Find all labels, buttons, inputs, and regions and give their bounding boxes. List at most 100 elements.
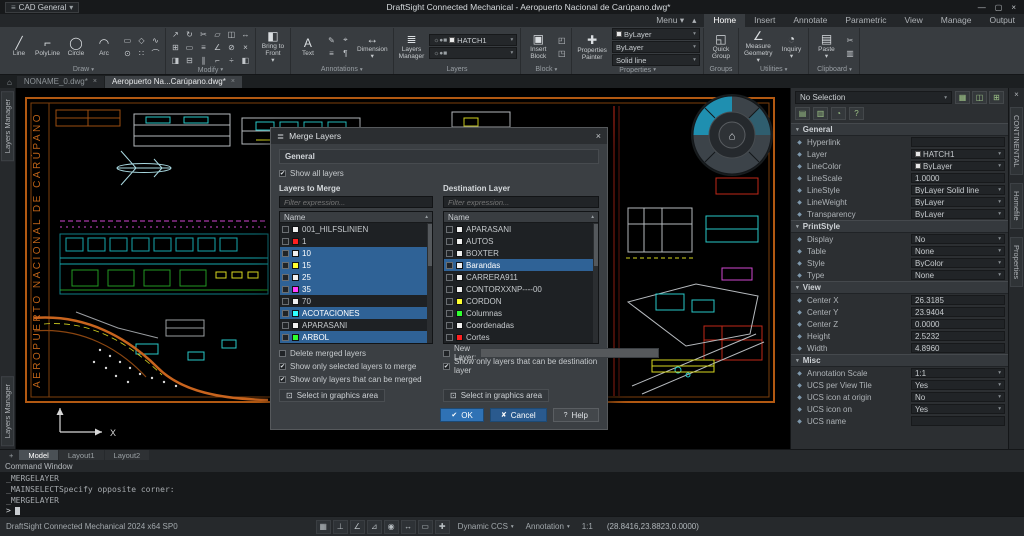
status-toggle-icon[interactable]: ⊿ <box>367 520 382 534</box>
close-panel-icon[interactable]: × <box>1014 90 1019 99</box>
section-header-view[interactable]: ▾ View <box>791 281 1008 294</box>
destination-option-row[interactable]: Show only layers that can be destination… <box>443 360 599 372</box>
navigation-wheel[interactable]: ⌂ <box>691 94 773 176</box>
ribbon-tab[interactable]: Home <box>704 14 745 27</box>
merge-layer-row[interactable]: 15 <box>280 259 427 271</box>
selection-dropdown[interactable]: No Selection ▾ <box>795 91 952 104</box>
block-tool-icon[interactable]: ◰ <box>555 34 568 46</box>
command-window[interactable]: Command Window _MERGELAYER_MAINSELECTSpe… <box>0 460 1024 516</box>
quick-group-button[interactable]: ◱ Quick Group <box>707 28 735 65</box>
option-checkbox[interactable] <box>279 350 286 357</box>
status-toggle-icon[interactable]: ▭ <box>418 520 433 534</box>
merge-layer-row[interactable]: 70 <box>280 295 427 307</box>
modify-tool-icon[interactable]: ◨ <box>169 54 182 66</box>
home-icon[interactable]: ⌂ <box>729 131 736 143</box>
document-tab[interactable]: NONAME_0.dwg* × <box>17 76 104 88</box>
destination-layer-row[interactable]: APARASANI <box>444 223 593 235</box>
layers-manager-palette-tab[interactable]: Layers Manager <box>1 376 14 446</box>
option-checkbox[interactable] <box>443 363 450 370</box>
property-value[interactable]: 23.9404 <box>911 307 1005 317</box>
destination-layer-row[interactable]: Barandas <box>444 259 593 271</box>
draw-extra-tool-icon[interactable]: ▭ <box>121 34 134 46</box>
help-button[interactable]: ? Help <box>553 408 599 422</box>
annotation-tool-icon[interactable]: ¶ <box>339 47 352 59</box>
draw-extra-tool-icon[interactable]: ∷ <box>135 47 148 59</box>
new-layer-checkbox[interactable] <box>443 350 450 357</box>
property-value[interactable]: 0.0000 <box>911 319 1005 329</box>
modify-tool-icon[interactable]: ◫ <box>225 28 238 40</box>
property-dropdown[interactable]: ByLayer ▾ <box>612 41 700 53</box>
section-header-general[interactable]: ▾ General <box>791 123 1008 136</box>
merge-layer-row[interactable]: 10 <box>280 247 427 259</box>
close-button[interactable]: × <box>1011 3 1016 12</box>
property-value[interactable] <box>911 416 1005 426</box>
layout-tab[interactable]: Layout1 <box>59 450 104 460</box>
layer-checkbox[interactable] <box>282 238 289 245</box>
layer-state-icon[interactable]: ■ <box>443 50 447 57</box>
destination-layer-row[interactable]: Columnas <box>444 307 593 319</box>
add-layout-button[interactable]: + <box>4 451 18 460</box>
props-toolbar-icon[interactable]: ◔ <box>831 107 846 120</box>
modify-tool-icon[interactable]: ÷ <box>225 54 238 66</box>
modify-tool-icon[interactable]: ⊟ <box>183 54 196 66</box>
modify-tool-icon[interactable]: ◧ <box>239 54 252 66</box>
dynamic-ccs-toggle[interactable]: Dynamic CCS ▾ <box>454 522 518 531</box>
close-tab-icon[interactable]: × <box>231 78 235 85</box>
layer-state-icon[interactable]: ■ <box>443 37 447 44</box>
ok-button[interactable]: ✔ OK <box>440 408 483 422</box>
draw-tool-button[interactable]: ◠ Arc <box>90 28 118 65</box>
ribbon-tab[interactable]: Manage <box>932 14 981 27</box>
destination-list-header[interactable]: Name ▴ <box>444 212 598 223</box>
merge-layer-row[interactable]: 35 <box>280 283 427 295</box>
property-value[interactable]: Yes <box>911 380 1005 390</box>
modify-tool-icon[interactable]: ▱ <box>211 28 224 40</box>
layer-settings-dropdown[interactable]: ☼●■ ▾ <box>429 47 517 59</box>
palette-tab[interactable]: Homefile <box>1010 183 1023 229</box>
destination-layer-row[interactable]: AUTOS <box>444 235 593 247</box>
maximize-button[interactable]: ▢ <box>995 3 1003 12</box>
modify-tool-icon[interactable]: ∠ <box>211 41 224 53</box>
merge-layer-row[interactable]: 001_HILFSLINIEN <box>280 223 427 235</box>
status-toggle-icon[interactable]: ▦ <box>316 520 331 534</box>
layer-checkbox[interactable] <box>282 286 289 293</box>
props-toolbar-icon[interactable]: ▦ <box>955 91 970 104</box>
workspace-selector[interactable]: ≡ CAD General ▾ <box>5 2 79 13</box>
merge-layer-row[interactable]: 25 <box>280 271 427 283</box>
flyout-caret-icon[interactable]: ▾ <box>91 67 94 73</box>
annotation-tool-icon[interactable]: ≡ <box>325 47 338 59</box>
destination-layer-row[interactable]: CONTORXXNP----00 <box>444 283 593 295</box>
merge-layer-row[interactable]: ACOTACIONES <box>280 307 427 319</box>
modify-tool-icon[interactable]: ✂ <box>197 28 210 40</box>
sort-ascending-icon[interactable]: ▴ <box>591 214 594 220</box>
merge-list-header[interactable]: Name ▴ <box>280 212 432 223</box>
flyout-caret-icon[interactable]: ▾ <box>653 67 656 73</box>
property-value[interactable]: No <box>911 234 1005 244</box>
property-value[interactable]: ByColor <box>911 258 1005 268</box>
document-tab[interactable]: Aeropuerto Na...Carúpano.dwg* × <box>105 76 242 88</box>
property-value[interactable] <box>911 137 1005 147</box>
destination-list-scrollbar[interactable] <box>593 223 598 343</box>
property-value[interactable]: ByLayer <box>911 161 1005 171</box>
layer-checkbox[interactable] <box>446 262 453 269</box>
layer-checkbox[interactable] <box>446 250 453 257</box>
annotation-tool-icon[interactable]: ✎ <box>325 34 338 46</box>
ribbon-tab[interactable]: Insert <box>745 14 784 27</box>
minimize-button[interactable]: — <box>978 3 986 12</box>
merge-option-row[interactable]: Show only layers that can be merged <box>279 373 433 385</box>
layer-checkbox[interactable] <box>282 262 289 269</box>
layer-checkbox[interactable] <box>446 310 453 317</box>
layer-checkbox[interactable] <box>282 226 289 233</box>
property-value[interactable]: 2.5232 <box>911 331 1005 341</box>
props-toolbar-icon[interactable]: ? <box>849 107 864 120</box>
block-tool-icon[interactable]: ◳ <box>555 47 568 59</box>
destination-layer-row[interactable]: CARRERA911 <box>444 271 593 283</box>
scale-value[interactable]: 1:1 <box>578 522 597 531</box>
inquiry-button[interactable]: ◔ Inquiry ▾ <box>777 28 805 65</box>
palette-tab[interactable]: Properties <box>1010 237 1023 287</box>
destination-filter-input[interactable] <box>443 196 599 208</box>
modify-tool-icon[interactable]: × <box>239 41 252 53</box>
menu-button[interactable]: Menu ▾ <box>656 15 684 26</box>
show-all-layers-checkbox[interactable] <box>279 170 286 177</box>
layer-checkbox[interactable] <box>446 226 453 233</box>
layer-checkbox[interactable] <box>446 298 453 305</box>
